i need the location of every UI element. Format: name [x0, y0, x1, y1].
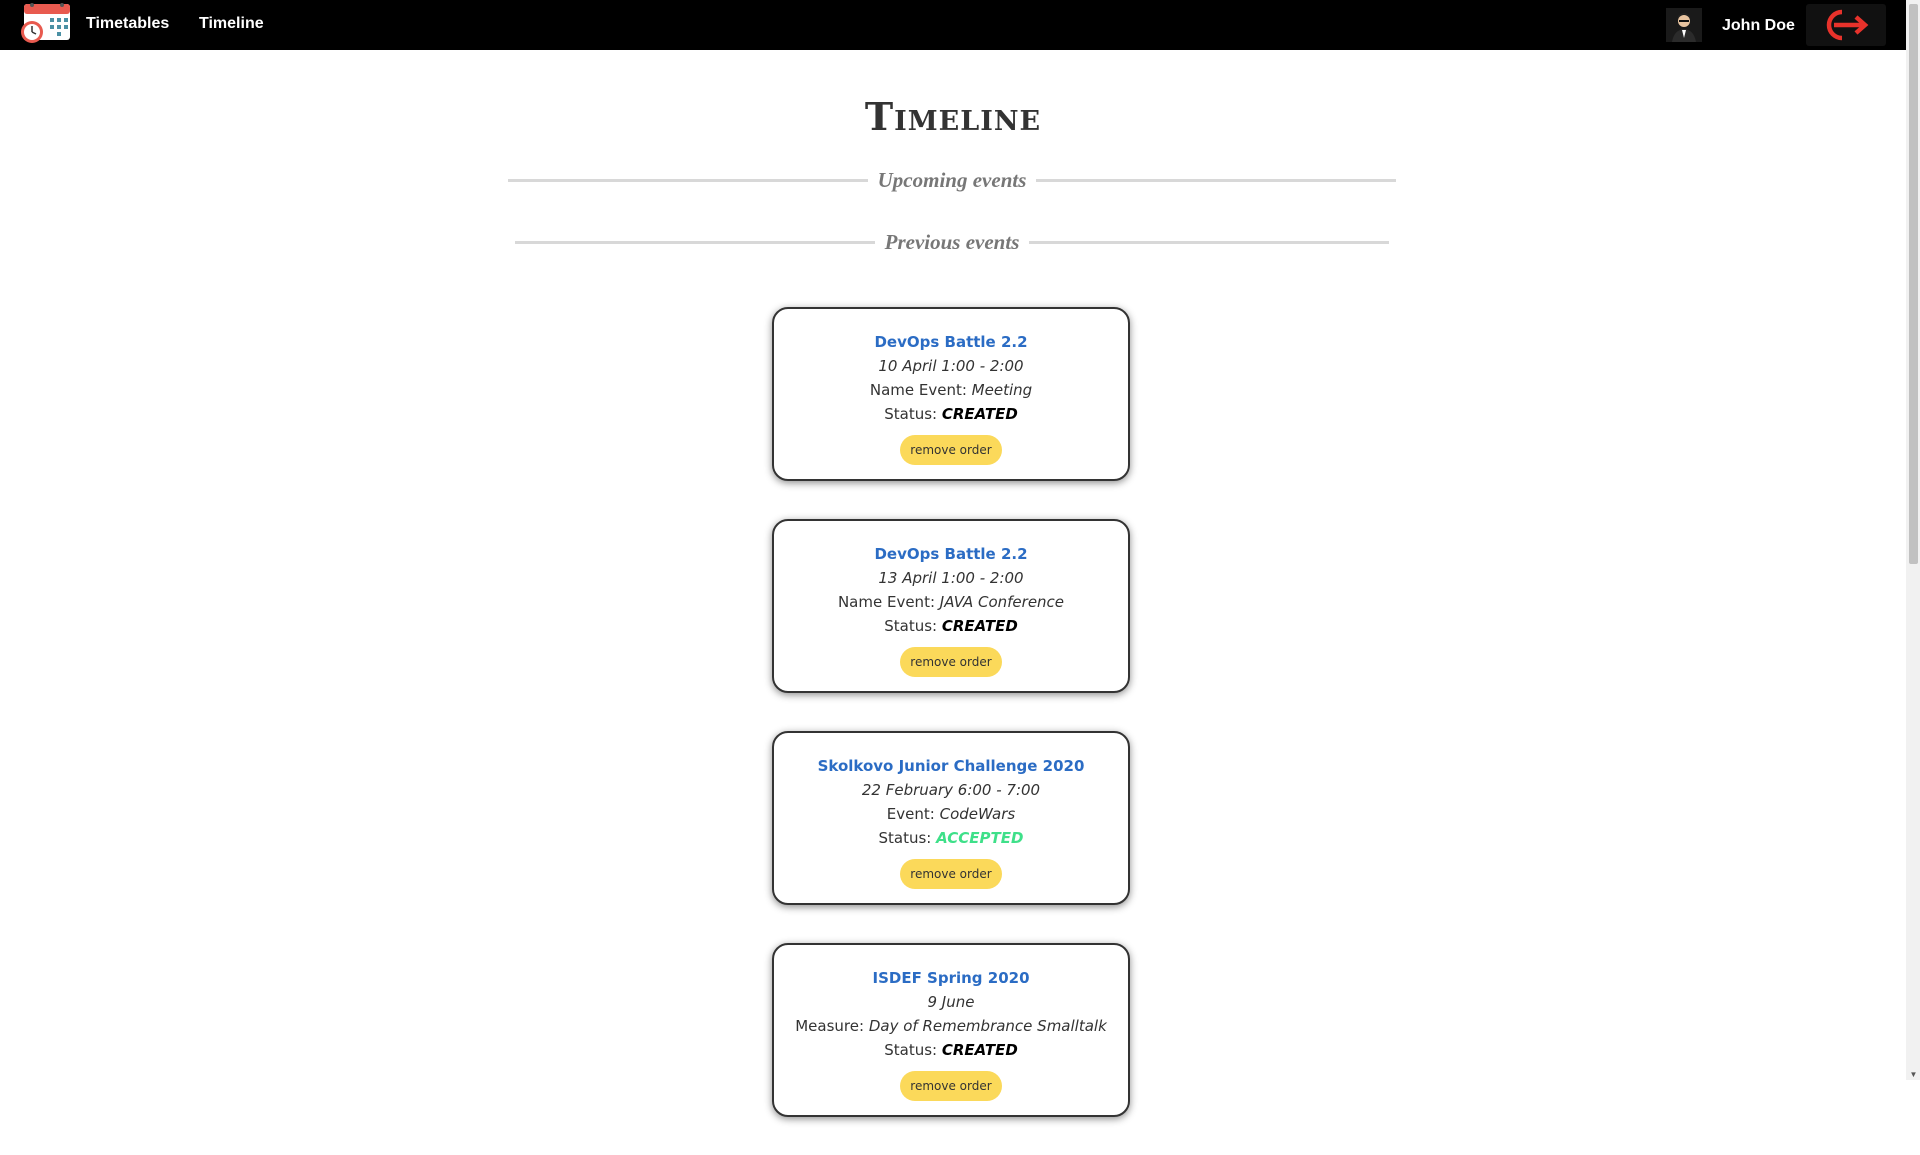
- event-status-row: Status: ACCEPTED: [774, 826, 1128, 850]
- remove-order-button[interactable]: remove order: [900, 435, 1002, 465]
- event-name-label: Name Event:: [837, 593, 935, 611]
- event-status-row: Status: CREATED: [774, 614, 1128, 638]
- remove-order-button[interactable]: remove order: [900, 647, 1002, 677]
- event-name-value: JAVA Conference: [939, 593, 1065, 611]
- previous-events-label: Previous events: [884, 229, 1020, 254]
- event-status-row: Status: CREATED: [774, 402, 1128, 426]
- event-name-row: Name Event: JAVA Conference: [774, 590, 1128, 614]
- event-card: DevOps Battle 2.2 13 April 1:00 - 2:00 N…: [772, 519, 1130, 693]
- previous-events-divider: Previous events: [515, 227, 1390, 257]
- status-value: CREATED: [941, 617, 1018, 635]
- remove-order-button[interactable]: remove order: [900, 859, 1002, 889]
- upcoming-events-divider: Upcoming events: [508, 165, 1397, 195]
- event-name-value: CodeWars: [939, 805, 1016, 823]
- event-title-link[interactable]: ISDEF Spring 2020: [774, 966, 1128, 990]
- calendar-clock-icon[interactable]: [20, 0, 72, 46]
- event-date: 22 February 6:00 - 7:00: [861, 781, 1041, 799]
- nav-link-timeline[interactable]: Timeline: [199, 15, 264, 33]
- divider-line: [1029, 240, 1390, 244]
- nav-link-timetables[interactable]: Timetables: [86, 15, 169, 33]
- scroll-down-arrow-icon[interactable]: ▼: [1909, 1070, 1918, 1079]
- divider-line: [508, 178, 868, 182]
- divider-line: [1036, 178, 1397, 182]
- divider-line: [515, 240, 875, 244]
- remove-order-button[interactable]: remove order: [900, 1071, 1002, 1101]
- status-label: Status:: [884, 1041, 938, 1059]
- status-value: CREATED: [941, 405, 1018, 423]
- status-value: CREATED: [941, 1041, 1018, 1059]
- event-card: Skolkovo Junior Challenge 2020 22 Februa…: [772, 731, 1130, 905]
- event-date: 9 June: [927, 993, 975, 1011]
- logout-arrow-icon: [1826, 9, 1869, 41]
- event-name-label: Event:: [886, 805, 935, 823]
- event-title-link[interactable]: DevOps Battle 2.2: [774, 330, 1128, 354]
- event-title-link[interactable]: Skolkovo Junior Challenge 2020: [774, 754, 1128, 778]
- status-value: ACCEPTED: [936, 829, 1024, 847]
- event-status-row: Status: CREATED: [774, 1038, 1128, 1062]
- event-name-label: Name Event:: [869, 381, 967, 399]
- event-date: 10 April 1:00 - 2:00: [878, 357, 1024, 375]
- event-name-row: Measure: Day of Remembrance Smalltalk: [774, 1014, 1128, 1038]
- event-name-label: Measure:: [795, 1017, 865, 1035]
- event-name-row: Event: CodeWars: [774, 802, 1128, 826]
- user-avatar-icon[interactable]: [1666, 8, 1702, 42]
- event-title-link[interactable]: DevOps Battle 2.2: [774, 542, 1128, 566]
- event-name-value: Day of Remembrance Smalltalk: [868, 1017, 1107, 1035]
- event-card: DevOps Battle 2.2 10 April 1:00 - 2:00 N…: [772, 307, 1130, 481]
- top-navbar: Timetables Timeline John Doe: [0, 0, 1906, 50]
- event-name-value: Meeting: [971, 381, 1033, 399]
- user-name[interactable]: John Doe: [1722, 17, 1795, 35]
- status-label: Status:: [884, 405, 938, 423]
- event-date: 13 April 1:00 - 2:00: [878, 569, 1024, 587]
- event-name-row: Name Event: Meeting: [774, 378, 1128, 402]
- page-title: Timeline: [864, 94, 1042, 139]
- event-card-list: DevOps Battle 2.2 10 April 1:00 - 2:00 N…: [772, 307, 1134, 1155]
- event-card: ISDEF Spring 2020 9 June Measure: Day of…: [772, 943, 1130, 1117]
- upcoming-events-label: Upcoming events: [877, 167, 1027, 192]
- scrollbar-thumb[interactable]: [1909, 4, 1918, 564]
- status-label: Status:: [884, 617, 938, 635]
- logout-button[interactable]: [1806, 4, 1886, 46]
- status-label: Status:: [878, 829, 932, 847]
